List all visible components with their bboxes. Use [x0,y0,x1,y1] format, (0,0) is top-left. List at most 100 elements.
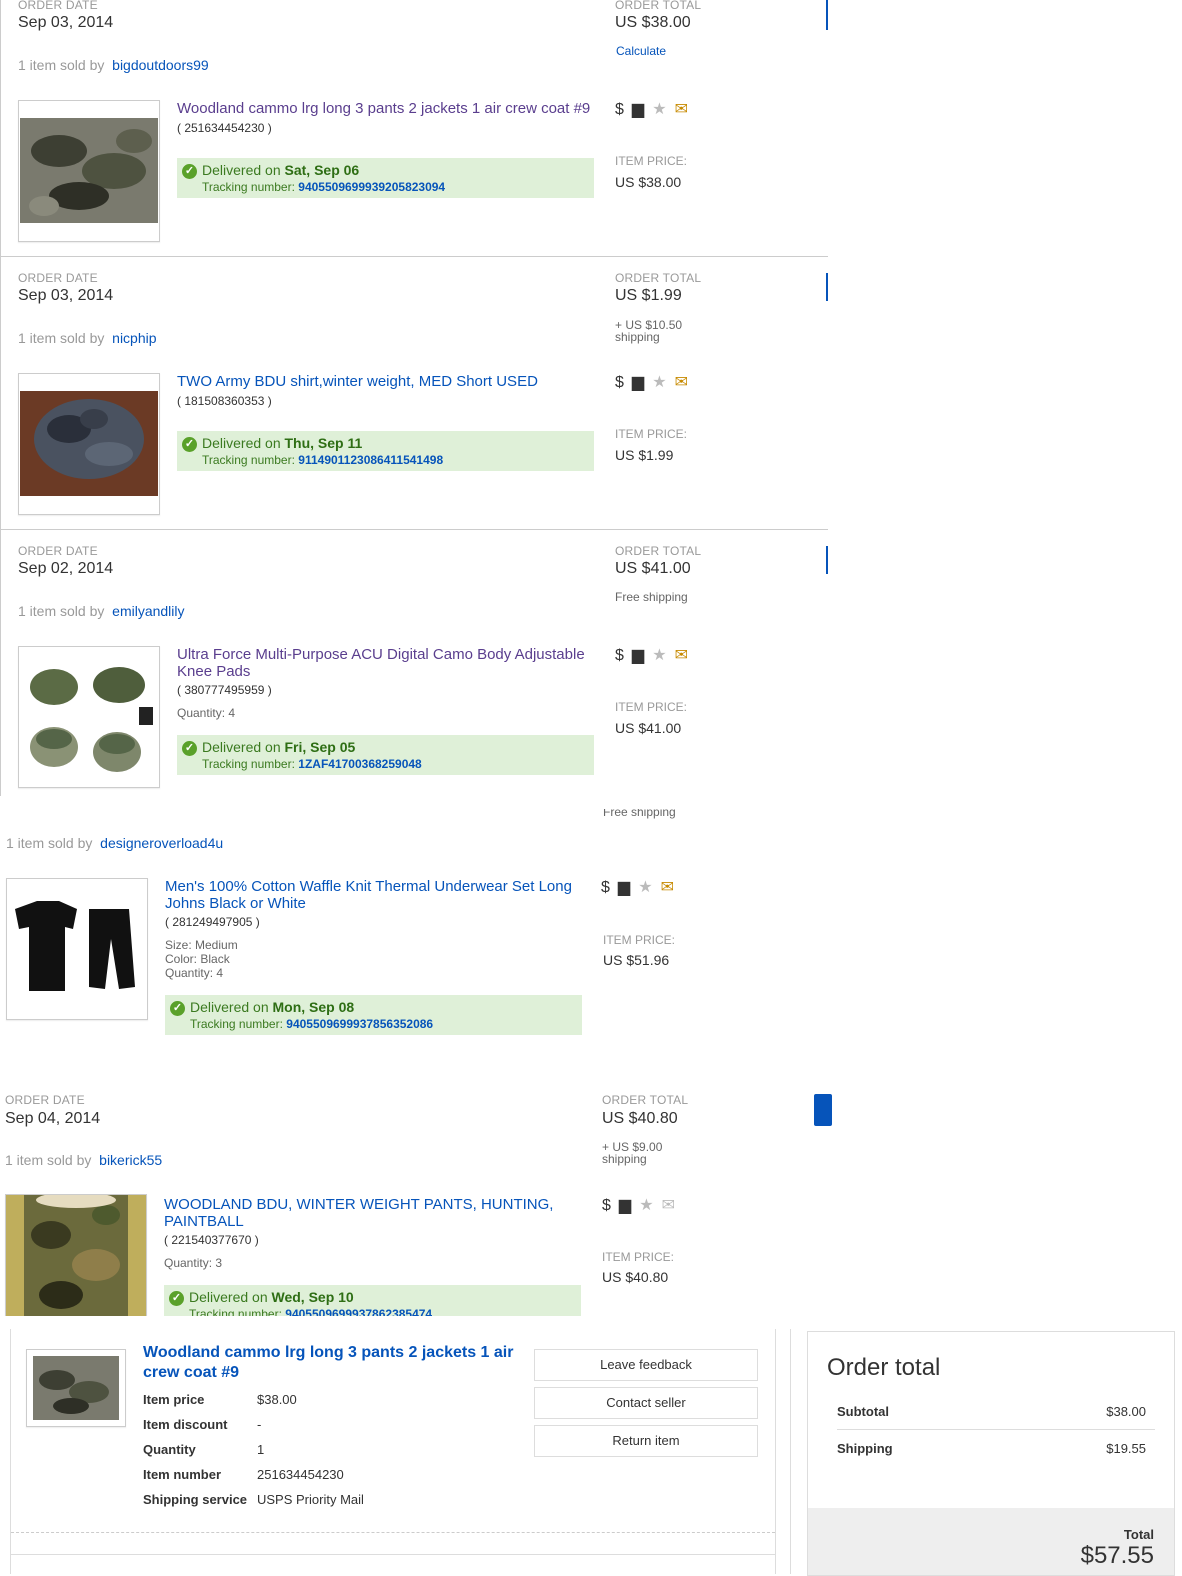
star-icon: ★ [639,1197,654,1214]
status-icons: $ ▆ ★ ✉ [615,372,696,392]
envelope-icon: ✉ [674,374,688,391]
order-total: US $40.80 [602,1110,678,1127]
item-title-line2[interactable]: Knee Pads [177,663,597,680]
item-thumbnail[interactable] [5,1192,147,1316]
camo-jacket-image [33,1356,119,1420]
tracking-label: Tracking number: [202,453,295,467]
item-number-key: Item number [143,1467,222,1482]
total-section: Total $57.55 [808,1508,1174,1575]
action-bar[interactable] [826,0,828,30]
item-price-label: ITEM PRICE: [615,700,688,714]
seller-link[interactable]: emilyandlily [112,603,184,619]
item-number: ( 380777495959 ) [177,683,272,697]
delivered-label: Delivered on [189,1289,268,1305]
quantity-value: 1 [257,1442,265,1457]
delivered-date: Mon, Sep 08 [272,999,355,1015]
star-icon: ★ [638,879,653,896]
delivered-date: Thu, Sep 11 [284,435,363,451]
tracking-number-link[interactable]: 9405509699939205823094 [298,180,445,194]
delivered-label: Delivered on [202,435,281,451]
item-thumbnail[interactable] [18,646,160,788]
tracking-label: Tracking number: [202,180,295,194]
free-shipping: Free shipping [603,809,676,819]
order-date-label: ORDER DATE [18,544,98,558]
item-price: US $40.80 [602,1269,669,1285]
detail-thumbnail[interactable] [26,1349,126,1427]
shipping-text: shipping [602,1152,647,1166]
detail-title-link[interactable]: Woodland cammo lrg long 3 pants 2 jacket… [143,1343,523,1383]
delivered-date: Wed, Sep 10 [271,1289,354,1305]
item-title-line2[interactable]: PAINTBALL [164,1213,584,1230]
order-date: Sep 03, 2014 [18,287,114,304]
action-bar[interactable] [826,546,828,574]
item-thumbnail[interactable] [18,100,160,242]
item-title-line2[interactable]: Johns Black or White [165,895,585,912]
bdu-shirt-image [20,391,158,496]
order-total-card: Order total Subtotal $38.00 Shipping $19… [807,1331,1175,1576]
item-title-link[interactable]: Men's 100% Cotton Waffle Knit Thermal Un… [165,878,585,912]
seller-link[interactable]: bigdoutdoors99 [112,57,209,73]
delivered-label: Delivered on [202,162,281,178]
shipping-label: Shipping [837,1441,893,1456]
envelope-icon: ✉ [674,647,688,664]
sold-by: 1 item sold by bikerick55 [5,1152,162,1168]
sold-by-label: 1 item sold by [5,1152,92,1168]
action-button[interactable] [814,1094,832,1126]
free-shipping: Free shipping [615,590,688,604]
item-variations: Size: Medium Color: Black Quantity: 4 [165,938,238,980]
thermal-underwear-image [15,901,135,991]
knee-pads-image [30,667,153,772]
item-thumbnail[interactable] [18,373,160,515]
return-item-button[interactable]: Return item [534,1425,758,1457]
item-title-link[interactable]: TWO Army BDU shirt,winter weight, MED Sh… [177,373,597,390]
order-total: US $41.00 [615,560,691,577]
item-title-line1[interactable]: Men's 100% Cotton Waffle Knit Thermal Un… [165,878,585,895]
order-date-label: ORDER DATE [18,271,98,285]
order-date-label: ORDER DATE [5,1093,85,1107]
order-date-label: ORDER DATE [18,0,98,12]
check-icon: ✓ [182,741,197,756]
delivered-label: Delivered on [190,999,269,1015]
seller-link[interactable]: nicphip [112,330,156,346]
delivered-date: Fri, Sep 05 [284,739,356,755]
tracking-number-link[interactable]: 9405509699937862385474 [285,1307,432,1316]
card-icon: ▆ [631,101,645,118]
sold-by: 1 item sold by emilyandlily [18,603,185,619]
order-detail-panel: Woodland cammo lrg long 3 pants 2 jacket… [10,1329,776,1574]
action-bar[interactable] [826,273,828,301]
item-title-link[interactable]: Woodland cammo lrg long 3 pants 2 jacket… [177,100,597,117]
item-title-line1[interactable]: WOODLAND BDU, WINTER WEIGHT PANTS, HUNTI… [164,1196,584,1213]
seller-link[interactable]: bikerick55 [99,1152,162,1168]
delivery-status: ✓ Delivered on Wed, Sep 10 Tracking numb… [164,1285,581,1316]
tracking-number-link[interactable]: 1ZAF41700368259048 [298,757,421,771]
detail-title-line2[interactable]: crew coat #9 [143,1363,523,1383]
divider [11,1554,775,1555]
delivery-status: ✓ Delivered on Fri, Sep 05 Tracking numb… [177,735,594,775]
sold-by-label: 1 item sold by [18,603,105,619]
leave-feedback-button[interactable]: Leave feedback [534,1349,758,1381]
order-total: US $1.99 [615,287,682,304]
calculate-shipping-link[interactable]: Calculate [616,44,666,58]
item-price-label: ITEM PRICE: [603,933,676,947]
tracking-number-link[interactable]: 9114901123086411541498 [298,453,443,467]
tracking-number-link[interactable]: 9405509699937856352086 [286,1017,433,1031]
sold-by-label: 1 item sold by [6,835,93,851]
item-thumbnail[interactable] [6,878,148,1020]
order-card: ORDER DATE Sep 03, 2014 ORDER TOTAL US $… [0,257,828,530]
envelope-icon: ✉ [660,879,674,896]
sold-by-label: 1 item sold by [18,57,105,73]
contact-seller-button[interactable]: Contact seller [534,1387,758,1419]
item-price-value: $38.00 [257,1392,297,1407]
item-title-line1[interactable]: Ultra Force Multi-Purpose ACU Digital Ca… [177,646,597,663]
seller-link[interactable]: designeroverload4u [100,835,223,851]
card-icon: ▆ [617,879,631,896]
tracking-label: Tracking number: [202,757,295,771]
item-discount-value: - [257,1417,262,1432]
item-title-link[interactable]: Ultra Force Multi-Purpose ACU Digital Ca… [177,646,597,680]
dollar-icon: $ [602,1197,611,1214]
sold-by-label: 1 item sold by [18,330,105,346]
item-title-link[interactable]: WOODLAND BDU, WINTER WEIGHT PANTS, HUNTI… [164,1196,584,1230]
subtotal-value: $38.00 [1106,1404,1146,1419]
detail-title-line1[interactable]: Woodland cammo lrg long 3 pants 2 jacket… [143,1343,523,1363]
sold-by: 1 item sold by designeroverload4u [6,835,223,851]
